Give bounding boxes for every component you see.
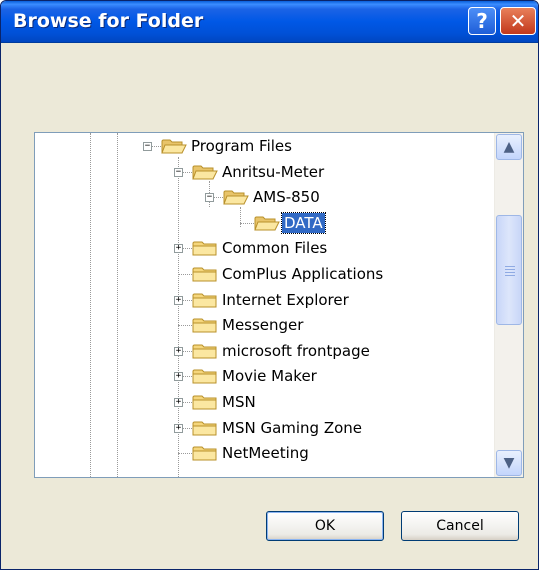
tree-connector [178, 325, 192, 327]
collapse-icon[interactable]: − [174, 167, 183, 177]
help-button[interactable]: ? [468, 7, 496, 35]
grip-line [505, 272, 515, 273]
expand-icon[interactable]: + [174, 244, 183, 254]
folder-icon [192, 419, 218, 437]
tree-connector [178, 453, 192, 455]
dialog-description [21, 51, 521, 123]
tree-item-label: AMS-850 [253, 188, 320, 207]
tree-item[interactable]: Messenger [35, 314, 495, 336]
expand-icon[interactable]: + [174, 372, 183, 382]
tree-item[interactable]: + Internet Explorer [35, 289, 495, 311]
chevron-up-icon: ▲ [503, 139, 515, 155]
cancel-button[interactable]: Cancel [401, 511, 519, 541]
folder-icon [192, 239, 218, 257]
expand-icon[interactable]: + [174, 346, 183, 356]
folder-icon [192, 316, 218, 334]
scroll-thumb[interactable] [496, 215, 522, 325]
grip-line [505, 269, 515, 270]
open-folder-icon [223, 188, 249, 206]
folder-icon [192, 265, 218, 283]
tree-item[interactable]: ComPlus Applications [35, 263, 495, 285]
grip-line [505, 266, 515, 267]
expand-icon[interactable]: + [174, 295, 183, 305]
vertical-scrollbar[interactable]: ▲ ▼ [494, 133, 523, 477]
folder-icon [192, 342, 218, 360]
title-bar[interactable]: Browse for Folder ? ✕ [1, 1, 538, 43]
tree-item-label: Anritsu-Meter [222, 162, 325, 181]
scroll-up-button[interactable]: ▲ [496, 134, 522, 160]
tree-item-label: MSN Gaming Zone [222, 418, 363, 437]
tree-item[interactable]: NetMeeting [35, 442, 495, 464]
tree-item-label: Movie Maker [222, 367, 317, 386]
folder-icon [192, 444, 218, 462]
close-button[interactable]: ✕ [500, 7, 536, 35]
window-title: Browse for Folder [13, 10, 204, 32]
folder-icon [192, 393, 218, 411]
open-folder-icon [192, 163, 218, 181]
tree-item[interactable]: + MSN [35, 391, 495, 413]
browse-for-folder-dialog: Browse for Folder ? ✕ − Program Files − Anr… [0, 0, 539, 570]
folder-icon [192, 291, 218, 309]
tree-item-label: Program Files [191, 137, 292, 155]
tree-item[interactable]: − Program Files [35, 135, 495, 157]
tree-connector [240, 222, 254, 224]
tree-item[interactable]: + Movie Maker [35, 365, 495, 387]
tree-item[interactable]: − Anritsu-Meter [35, 161, 495, 183]
open-folder-icon [254, 214, 280, 232]
tree-item-label: ComPlus Applications [222, 265, 384, 283]
close-icon: ✕ [509, 9, 527, 33]
open-folder-icon [161, 137, 187, 155]
expand-icon[interactable]: + [174, 398, 183, 407]
ok-button[interactable]: OK [266, 511, 384, 541]
grip-line [505, 275, 515, 276]
tree-connector [178, 274, 192, 275]
scroll-down-button[interactable]: ▼ [496, 450, 522, 476]
tree-item-label: Common Files [222, 239, 328, 258]
chevron-down-icon: ▼ [503, 455, 515, 471]
expand-icon[interactable]: + [174, 423, 183, 433]
tree-item-label: Internet Explorer [222, 290, 349, 309]
tree-item[interactable]: + MSN Gaming Zone [35, 417, 495, 439]
tree-item-label: microsoft frontpage [222, 341, 370, 360]
tree-item-label: Messenger [222, 316, 304, 335]
help-icon: ? [476, 9, 488, 33]
collapse-icon[interactable]: − [205, 193, 214, 203]
tree-item[interactable]: + microsoft frontpage [35, 340, 495, 362]
tree-item[interactable]: − AMS-850 [35, 186, 495, 208]
collapse-icon[interactable]: − [143, 142, 152, 151]
folder-tree[interactable]: − Program Files − Anritsu-Meter − AMS-850 DATA… [34, 132, 524, 478]
tree-item-label: MSN [222, 393, 256, 411]
folder-icon [192, 367, 218, 385]
tree-item[interactable]: + Common Files [35, 237, 495, 259]
tree-item-label: NetMeeting [222, 444, 309, 463]
tree-item-label: DATA [281, 211, 326, 234]
tree-item[interactable]: DATA [35, 211, 495, 234]
